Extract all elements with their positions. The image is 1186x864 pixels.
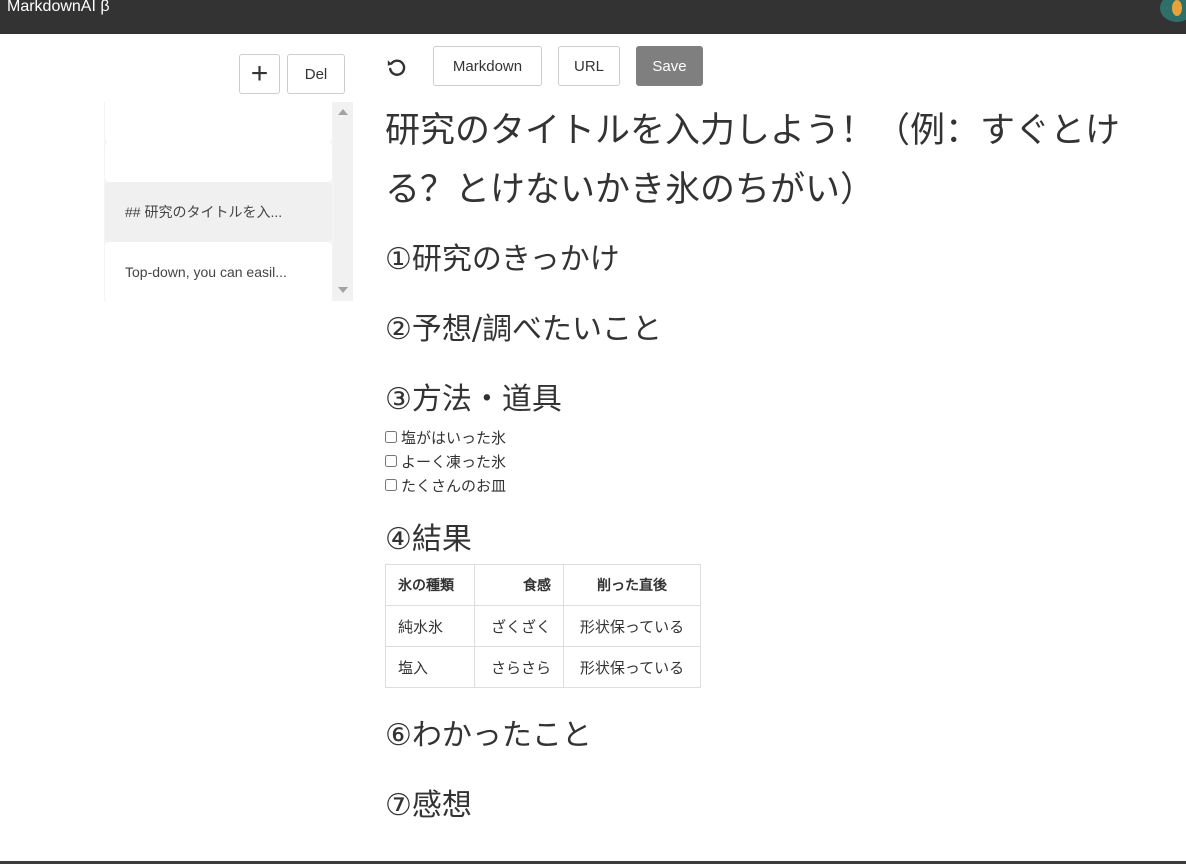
list-item[interactable]: Top-down, you can easil... — [105, 242, 332, 301]
list-item[interactable] — [105, 102, 332, 142]
heading-hypothesis: ②予想/調べたいこと — [385, 312, 663, 347]
heading-method: ③方法・道具 — [385, 382, 562, 417]
results-table: 氷の種類 食感 削った直後 純水氷 ざくざく 形状保っている 塩入 さらさら 形… — [385, 564, 701, 688]
list-item-label: ## 研究のタイトルを入... — [125, 204, 283, 220]
scroll-up-arrow-icon[interactable] — [338, 109, 348, 115]
table-cell: ざくざく — [474, 605, 564, 647]
scroll-down-arrow-icon[interactable] — [338, 287, 348, 293]
checklist-item-label: たくさんのお皿 — [401, 476, 507, 495]
checkbox[interactable] — [385, 479, 397, 491]
table-header-cell: 食感 — [474, 564, 564, 606]
heading-findings: ⑥わかったこと — [385, 718, 592, 753]
add-document-button[interactable]: + — [239, 54, 280, 94]
table-cell: 純水氷 — [385, 605, 475, 647]
checkbox[interactable] — [385, 431, 397, 443]
undo-icon[interactable] — [385, 55, 409, 79]
heading-impressions: ⑦感想 — [385, 788, 472, 823]
table-cell: 塩入 — [385, 646, 475, 688]
table-cell: さらさら — [474, 646, 564, 688]
list-item-label: Top-down, you can easil... — [125, 264, 287, 280]
document-title: 研究のタイトルを入力しよう！（例：すぐとける？とけないかき氷のちがい） — [385, 111, 1121, 210]
table-header-cell: 氷の種類 — [385, 564, 475, 606]
save-button[interactable]: Save — [636, 46, 703, 86]
checkbox[interactable] — [385, 455, 397, 467]
document-list[interactable]: ## 研究のタイトルを入... Top-down, you can easil.… — [104, 102, 353, 301]
app-title: MarkdownAI β — [7, 0, 110, 15]
checklist-item-label: 塩がはいった氷 — [401, 428, 507, 447]
heading-results: ④結果 — [385, 522, 472, 557]
markdown-button[interactable]: Markdown — [433, 46, 542, 86]
list-item[interactable] — [105, 142, 332, 182]
table-cell: 形状保っている — [563, 646, 701, 688]
heading-motivation: ①研究のきっかけ — [385, 242, 620, 277]
checklist-item: よーく凍った氷 — [385, 449, 506, 473]
checklist-item-label: よーく凍った氷 — [401, 452, 507, 471]
top-bar: MarkdownAI β — [0, 0, 1186, 34]
document-list-scrollbar[interactable] — [333, 102, 353, 301]
delete-document-button[interactable]: Del — [287, 54, 345, 94]
table-header-row: 氷の種類 食感 削った直後 — [385, 564, 701, 606]
checklist-item: 塩がはいった氷 — [385, 425, 506, 449]
table-row: 塩入 さらさら 形状保っている — [385, 646, 701, 688]
materials-checklist: 塩がはいった氷 よーく凍った氷 たくさんのお皿 — [385, 425, 506, 497]
table-row: 純水氷 ざくざく 形状保っている — [385, 605, 701, 647]
table-header-cell: 削った直後 — [563, 564, 701, 606]
list-item-selected[interactable]: ## 研究のタイトルを入... — [105, 182, 332, 242]
avatar[interactable] — [1160, 0, 1186, 22]
url-button[interactable]: URL — [558, 46, 620, 86]
checklist-item: たくさんのお皿 — [385, 473, 506, 497]
table-cell: 形状保っている — [563, 605, 701, 647]
